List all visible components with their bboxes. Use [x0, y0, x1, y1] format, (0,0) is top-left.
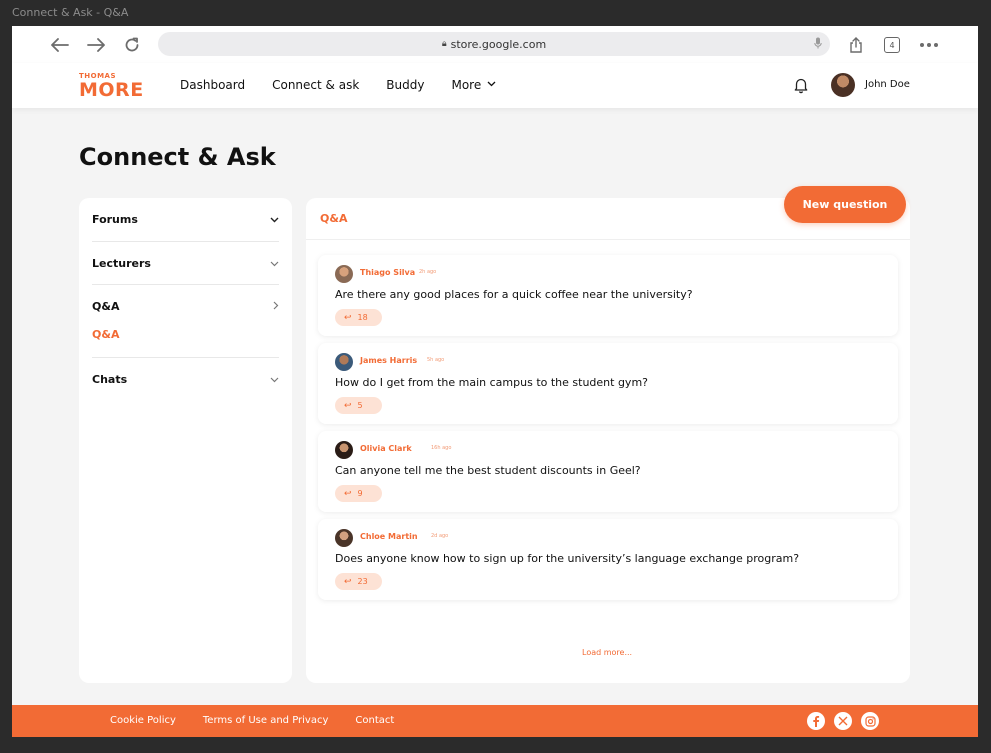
main-nav: Dashboard Connect & ask Buddy More	[180, 78, 523, 92]
sidebar-item-qa[interactable]: Q&A	[92, 296, 279, 316]
sidebar-item-label: Q&A	[92, 299, 120, 313]
logo-main-text: MORE	[79, 79, 144, 101]
nav-dashboard[interactable]: Dashboard	[180, 78, 245, 92]
question-text[interactable]: Are there any good places for a quick co…	[335, 288, 693, 301]
nav-more[interactable]: More	[451, 78, 496, 92]
tab-qa[interactable]: Q&A	[320, 212, 347, 225]
chevron-down-icon	[270, 213, 279, 226]
sidebar-divider	[92, 241, 279, 242]
panel-divider	[306, 239, 910, 240]
sidebar-divider	[92, 357, 279, 358]
question-text[interactable]: How do I get from the main campus to the…	[335, 376, 648, 389]
sidebar-item-lecturers[interactable]: Lecturers	[92, 253, 279, 273]
question-card[interactable]: Chloe Martin 2d ago Does anyone know how…	[318, 519, 898, 600]
chevron-right-icon	[273, 300, 279, 313]
question-time: 2d ago	[431, 533, 449, 539]
sidebar-item-chats[interactable]: Chats	[92, 369, 279, 389]
browser-window: 🔒︎ store.google.com 4 THOMAS MORE Dashbo…	[12, 26, 978, 737]
question-author[interactable]: Thiago Silva	[360, 268, 415, 277]
user-avatar[interactable]	[831, 73, 855, 97]
reply-arrow-icon: ↩	[344, 400, 352, 411]
x-icon[interactable]	[834, 712, 852, 730]
footer-link-terms[interactable]: Terms of Use and Privacy	[203, 715, 329, 726]
question-author[interactable]: James Harris	[360, 356, 417, 365]
instagram-icon[interactable]	[861, 712, 879, 730]
site-footer: Cookie Policy Terms of Use and Privacy C…	[12, 705, 978, 737]
reply-count: 5	[357, 401, 363, 410]
site-header: THOMAS MORE Dashboard Connect & ask Budd…	[12, 63, 978, 108]
reload-icon[interactable]	[121, 34, 143, 56]
reply-arrow-icon: ↩	[344, 312, 352, 323]
sidebar-divider	[92, 284, 279, 285]
sidebar: Forums Lecturers Q&A Q&A Chats	[79, 198, 292, 683]
sidebar-subitem-qa[interactable]: Q&A	[92, 328, 119, 341]
qa-panel: Q&A Thiago Silva 2h ago Are there any go…	[306, 198, 910, 683]
reply-count-button[interactable]: ↩ 18	[335, 309, 382, 326]
reply-count-button[interactable]: ↩ 23	[335, 573, 382, 590]
question-card[interactable]: Olivia Clark 16h ago Can anyone tell me …	[318, 431, 898, 512]
nav-more-label: More	[451, 78, 482, 92]
question-time: 2h ago	[419, 269, 437, 275]
sidebar-item-label: Chats	[92, 372, 128, 386]
chevron-down-icon	[487, 80, 496, 90]
author-avatar	[335, 353, 353, 371]
reply-count: 9	[357, 489, 363, 498]
question-text[interactable]: Does anyone know how to sign up for the …	[335, 552, 799, 565]
reply-arrow-icon: ↩	[344, 488, 352, 499]
sidebar-item-label: Forums	[92, 212, 138, 226]
reply-count-button[interactable]: ↩ 5	[335, 397, 382, 414]
microphone-icon[interactable]	[814, 37, 822, 52]
window-title: Connect & Ask - Q&A	[12, 6, 129, 19]
facebook-icon[interactable]	[807, 712, 825, 730]
author-avatar	[335, 265, 353, 283]
question-text[interactable]: Can anyone tell me the best student disc…	[335, 464, 641, 477]
browser-toolbar: 🔒︎ store.google.com 4	[12, 26, 978, 63]
question-card[interactable]: Thiago Silva 2h ago Are there any good p…	[318, 255, 898, 336]
thomas-more-logo[interactable]: THOMAS MORE	[79, 72, 149, 102]
address-url: store.google.com	[450, 37, 547, 51]
page-title: Connect & Ask	[79, 143, 276, 171]
reply-arrow-icon: ↩	[344, 576, 352, 587]
question-time: 16h ago	[431, 445, 452, 451]
author-avatar	[335, 529, 353, 547]
share-icon[interactable]	[845, 34, 867, 56]
question-author[interactable]: Olivia Clark	[360, 444, 412, 453]
nav-connect-ask[interactable]: Connect & ask	[272, 78, 359, 92]
address-bar[interactable]: 🔒︎ store.google.com	[158, 32, 830, 56]
question-author[interactable]: Chloe Martin	[360, 532, 418, 541]
more-options-icon[interactable]	[917, 34, 941, 56]
reply-count-button[interactable]: ↩ 9	[335, 485, 382, 502]
author-avatar	[335, 441, 353, 459]
reply-count: 23	[357, 577, 368, 586]
load-more-link[interactable]: Load more...	[582, 648, 632, 657]
chevron-down-icon	[270, 257, 279, 270]
footer-links: Cookie Policy Terms of Use and Privacy C…	[110, 715, 421, 726]
question-card[interactable]: James Harris 5h ago How do I get from th…	[318, 343, 898, 424]
user-name[interactable]: John Doe	[865, 79, 910, 90]
reply-count: 18	[357, 313, 368, 322]
nav-buddy[interactable]: Buddy	[386, 78, 424, 92]
sidebar-item-forums[interactable]: Forums	[92, 209, 279, 229]
lock-icon: 🔒︎	[441, 39, 447, 49]
back-arrow-icon[interactable]	[49, 34, 71, 56]
notification-bell-icon[interactable]	[792, 76, 810, 94]
new-question-button[interactable]: New question	[784, 186, 906, 223]
question-time: 5h ago	[427, 357, 445, 363]
forward-arrow-icon[interactable]	[85, 34, 107, 56]
tabs-button[interactable]: 4	[884, 37, 900, 53]
sidebar-item-label: Lecturers	[92, 256, 151, 270]
footer-link-contact[interactable]: Contact	[355, 715, 394, 726]
chevron-down-icon	[270, 373, 279, 386]
footer-link-cookie-policy[interactable]: Cookie Policy	[110, 715, 176, 726]
